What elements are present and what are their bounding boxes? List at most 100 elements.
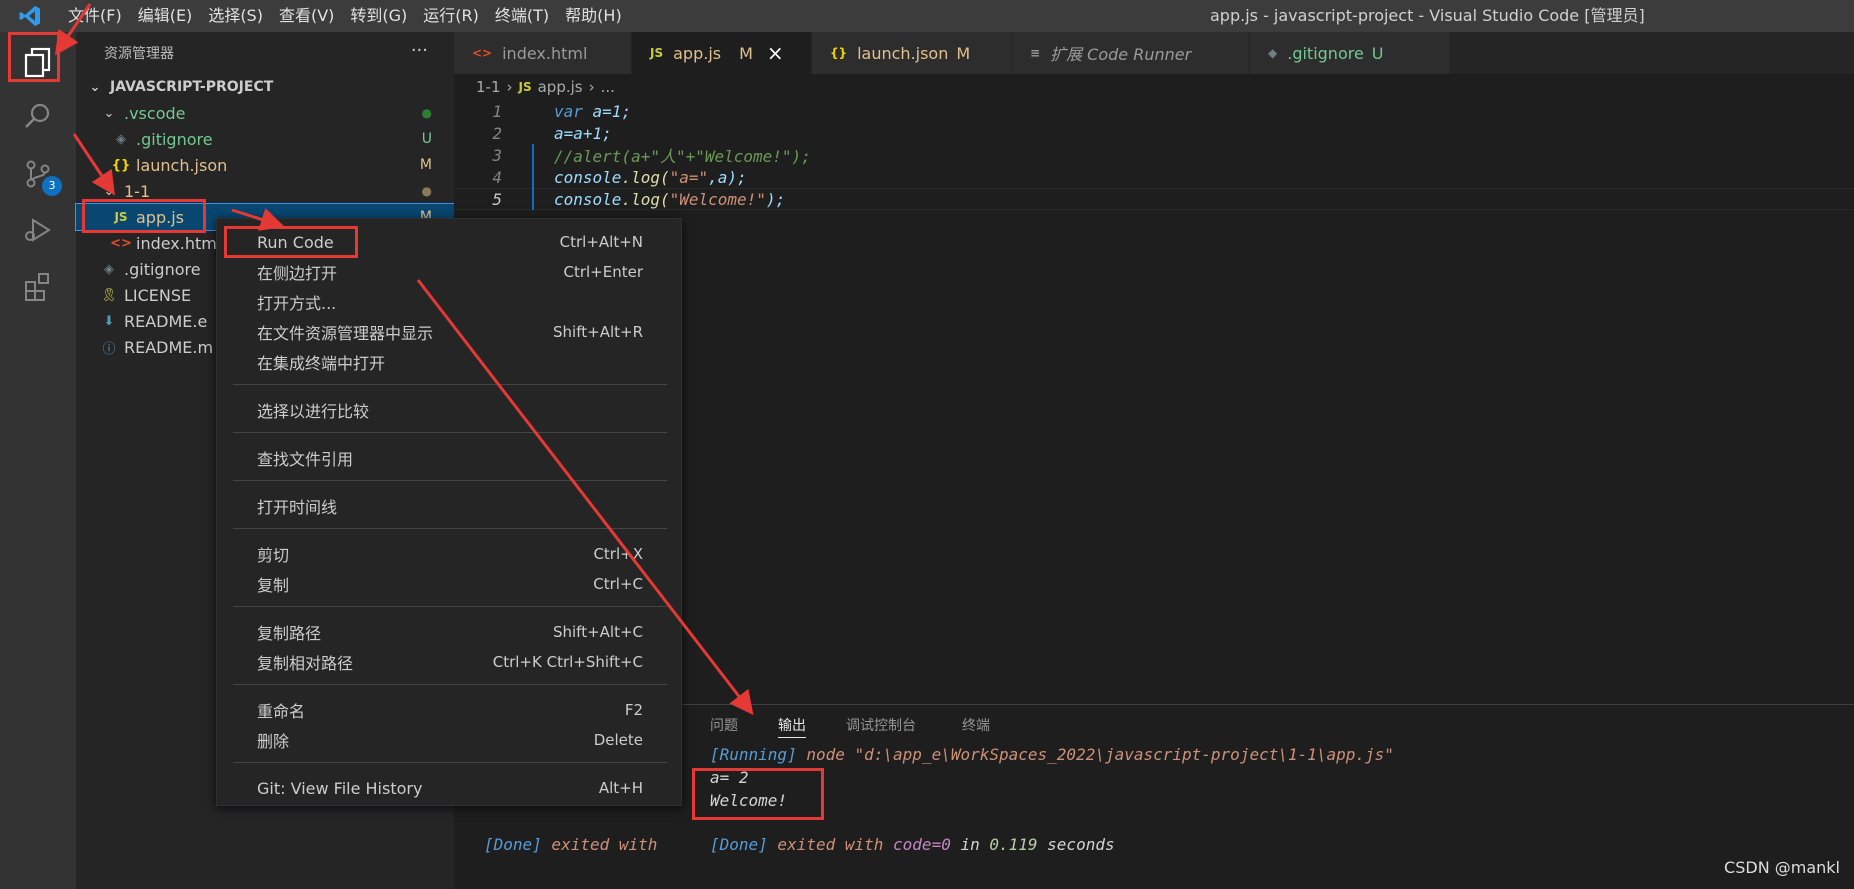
explorer-title: 资源管理器: [104, 46, 174, 62]
code-text: );: [765, 189, 786, 209]
menu-item-label: 在集成终端中打开: [257, 354, 386, 373]
elapsed-seconds: 0.119: [989, 835, 1038, 854]
output-running-line: [Running] node "d:\app_e\WorkSpaces_2022…: [710, 745, 1394, 764]
menu-item-open-timeline[interactable]: 打开时间线: [217, 493, 683, 519]
menu-item-copy-relative-path[interactable]: 复制相对路径 Ctrl+K Ctrl+Shift+C: [217, 649, 683, 675]
tab-label: index.html: [502, 43, 588, 63]
menu-terminal[interactable]: 终端(T): [487, 0, 557, 32]
menu-item-label: 在侧边打开: [257, 264, 338, 283]
menu-help[interactable]: 帮助(H): [557, 0, 630, 32]
breadcrumb-folder[interactable]: 1-1: [476, 78, 501, 96]
breadcrumb-file[interactable]: app.js: [538, 78, 583, 96]
tree-item-label: .gitignore: [136, 129, 213, 149]
window-title: app.js - javascript-project - Visual Stu…: [1210, 6, 1645, 25]
tab-terminal[interactable]: 终端: [962, 715, 990, 735]
menu-item-copy-path[interactable]: 复制路径 Shift+Alt+C: [217, 619, 683, 645]
tab-label: .gitignore: [1287, 43, 1364, 63]
menu-item-open-with[interactable]: 打开方式...: [217, 289, 683, 315]
breadcrumb-symbols[interactable]: ...: [601, 78, 615, 96]
menu-item-label: 复制: [257, 576, 290, 595]
menu-item-label: 打开时间线: [257, 498, 338, 517]
menu-item-label: 复制路径: [257, 624, 322, 643]
menu-go[interactable]: 转到(G): [342, 0, 415, 32]
menu-separator: [233, 432, 667, 433]
watermark: CSDN @mankl: [1724, 858, 1840, 877]
menu-item-shortcut: Ctrl+Enter: [563, 263, 643, 281]
line-number: 4: [492, 167, 502, 187]
menu-item-shortcut: Shift+Alt+C: [552, 623, 643, 641]
menu-item-select-for-compare[interactable]: 选择以进行比较: [217, 397, 683, 423]
menu-run[interactable]: 运行(R): [415, 0, 487, 32]
tab-gitignore[interactable]: ◆ .gitignore U: [1250, 32, 1450, 74]
menu-item-shortcut: Ctrl+X: [593, 545, 643, 563]
menu-selection[interactable]: 选择(S): [200, 0, 271, 32]
more-actions-icon[interactable]: ···: [411, 40, 428, 61]
menu-item-open-in-terminal[interactable]: 在集成终端中打开: [217, 349, 683, 375]
tab-index-html[interactable]: <> index.html: [454, 32, 632, 74]
menu-edit[interactable]: 编辑(E): [130, 0, 201, 32]
menu-item-reveal-in-explorer[interactable]: 在文件资源管理器中显示 Shift+Alt+R: [217, 319, 683, 345]
close-tab-icon[interactable]: ×: [767, 41, 784, 65]
exit-code: code=0: [893, 835, 951, 854]
extensions-icon[interactable]: [0, 258, 76, 314]
tab-extension-code-runner[interactable]: ≡ 扩展 Code Runner: [1012, 32, 1250, 74]
menu-item-label: 删除: [257, 732, 290, 751]
menu-file[interactable]: 文件(F): [60, 0, 130, 32]
vscode-logo-icon: [0, 0, 60, 32]
tab-debug-console[interactable]: 调试控制台: [846, 715, 916, 735]
js-file-icon: JS: [650, 46, 664, 60]
menu-item-find-references[interactable]: 查找文件引用: [217, 445, 683, 471]
menu-view[interactable]: 查看(V): [271, 0, 342, 32]
tree-item-gitignore-vscode[interactable]: ◈ .gitignore U: [76, 126, 454, 152]
chevron-right-icon: ›: [588, 78, 595, 96]
chevron-right-icon: ›: [506, 78, 513, 96]
menu-separator: [233, 606, 667, 607]
code-line: 1 var a=1;: [454, 100, 1854, 122]
tab-output[interactable]: 输出: [778, 715, 806, 738]
code-string: "a=": [669, 167, 709, 187]
chevron-down-icon: ⌄: [89, 79, 101, 95]
code-line: 4 console.log("a=",a);: [454, 166, 1854, 188]
done-text: exited with: [767, 835, 894, 854]
search-icon[interactable]: [0, 88, 76, 144]
tree-item-label: launch.json: [136, 155, 228, 175]
tree-item-vscode[interactable]: ⌄ .vscode ●: [76, 100, 454, 126]
menu-item-delete[interactable]: 删除 Delete: [217, 727, 683, 753]
line-number: 1: [492, 101, 502, 121]
tab-app-js[interactable]: JS app.js M ×: [632, 32, 812, 74]
done-tag: [Done]: [710, 835, 768, 854]
menu-item-shortcut: Shift+Alt+R: [553, 323, 643, 341]
menu-item-rename[interactable]: 重命名 F2: [217, 697, 683, 723]
line-number: 5: [492, 189, 502, 209]
html-file-icon: <>: [472, 46, 493, 60]
line-number: 3: [492, 145, 502, 165]
done-in: in: [950, 835, 990, 854]
menu-item-git-view-history[interactable]: Git: View File History Alt+H: [217, 775, 683, 801]
menu-item-label: 查找文件引用: [257, 450, 354, 469]
annotation-box-explorer: [8, 32, 60, 82]
run-debug-icon[interactable]: [0, 202, 76, 258]
menu-item-shortcut: F2: [624, 701, 643, 719]
source-control-icon[interactable]: 3: [0, 146, 76, 202]
project-root[interactable]: ⌄ JAVASCRIPT-PROJECT: [76, 74, 454, 100]
breadcrumb: 1-1 › JS app.js › ...: [476, 76, 615, 98]
running-tag: [Running]: [710, 745, 797, 764]
scm-badge: 3: [42, 176, 62, 196]
menu-item-open-to-side[interactable]: 在侧边打开 Ctrl+Enter: [217, 259, 683, 285]
tab-launch-json[interactable]: {} launch.json M: [812, 32, 1012, 74]
code-line: 3 //alert(a+"人"+"Welcome!");: [454, 144, 1854, 167]
menu-item-cut[interactable]: 剪切 Ctrl+X: [217, 541, 683, 567]
tab-problems[interactable]: 问题: [710, 715, 738, 735]
tab-label: 扩展 Code Runner: [1050, 45, 1192, 64]
menu-item-copy[interactable]: 复制 Ctrl+C: [217, 571, 683, 597]
git-gutter-change: [532, 144, 534, 210]
tree-item-launch-json[interactable]: {} launch.json M: [76, 152, 454, 178]
project-name: JAVASCRIPT-PROJECT: [110, 79, 274, 95]
menu-separator: [233, 762, 667, 763]
gitignore-icon: ◈: [104, 261, 114, 277]
code-line: 2 a=a+1;: [454, 122, 1854, 144]
menu-item-shortcut: Delete: [593, 731, 643, 749]
code-string: "Welcome!": [669, 189, 766, 209]
output-done-line-partial: [Done] exited with: [484, 835, 667, 854]
js-file-icon: JS: [518, 80, 532, 94]
